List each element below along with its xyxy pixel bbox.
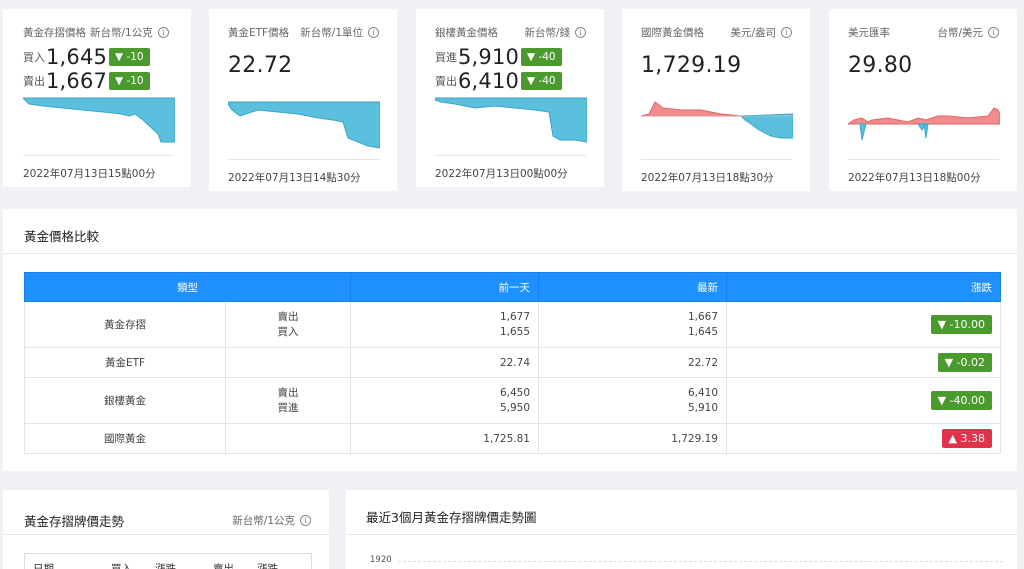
gridline	[398, 561, 1003, 562]
sell-change-badge: ▼ -40	[521, 72, 562, 90]
info-icon[interactable]: i	[781, 27, 792, 38]
card-gold-etf: 黃金ETF價格 新台幣/1單位 i 22.72 2022年07月13日14點30…	[209, 9, 397, 191]
sell-label: 賣出	[435, 75, 457, 88]
info-icon[interactable]: i	[157, 27, 169, 38]
info-icon[interactable]: i	[988, 27, 999, 38]
card-title: 美元匯率	[848, 27, 890, 39]
card-title: 黃金存摺價格	[23, 27, 86, 39]
latest-value: 5,910	[687, 401, 718, 414]
buy-label: 買入	[23, 51, 45, 64]
type-cell: 黃金ETF	[24, 347, 226, 378]
info-icon[interactable]: i	[300, 515, 311, 526]
sparkline	[23, 97, 175, 143]
card-jewelry-gold: 銀樓黃金價格 新台幣/錢 i 買進 5,910 ▼ -40 賣出 6,410 ▼…	[416, 9, 604, 187]
card-gold-passbook: 黃金存摺價格 新台幣/1公克 i 買入 1,645 ▼ -10 賣出 1,667…	[3, 9, 191, 187]
col-header-change[interactable]: 漲跌	[726, 272, 1001, 302]
trend-unit: 新台幣/1公克	[232, 515, 295, 527]
sub-label: 買入	[277, 325, 299, 338]
latest-value: 6,410	[687, 386, 718, 399]
change-badge: ▲ 3.38	[941, 429, 992, 448]
updated-time: 2022年07月13日15點00分	[23, 155, 173, 187]
card-unit: 新台幣/錢	[524, 27, 570, 39]
updated-time: 2022年07月13日00點00分	[435, 155, 586, 187]
trend-table-header: 日期 買入 漲跌 賣出 漲跌	[24, 553, 312, 569]
prev-value: 1,677	[499, 310, 530, 323]
sub-label: 買進	[277, 401, 299, 414]
col-header-latest[interactable]: 最新	[538, 272, 727, 302]
table-row: 黃金存摺 賣出買入 1,677 1,655 1,667 1,645 ▼ -10.00	[24, 301, 1001, 348]
sell-label: 賣出	[23, 75, 45, 88]
sell-value: 1,667	[46, 69, 108, 93]
change-badge: ▼ -40.00	[930, 391, 992, 410]
col-header-date: 日期	[33, 563, 54, 569]
card-unit: 新台幣/1單位	[300, 27, 363, 39]
updated-time: 2022年07月13日14點30分	[228, 159, 379, 191]
sparkline	[435, 97, 587, 143]
buy-value: 5,910	[458, 45, 520, 69]
latest-value: 1,729.19	[538, 423, 727, 454]
usd-rate-value: 29.80	[848, 53, 913, 78]
intl-gold-value: 1,729.19	[641, 53, 742, 78]
sparkline	[228, 101, 380, 149]
card-unit: 新台幣/1公克	[90, 27, 153, 39]
section-title: 黃金存摺牌價走勢	[24, 514, 125, 529]
gold-price-comparison: 黃金價格比較 類型 前一天 最新 漲跌 黃金存摺 賣出 買入 1,677 1,655…	[3, 209, 1017, 471]
buy-change-badge: ▼ -40	[521, 48, 562, 66]
latest-value: 1,667	[687, 310, 718, 323]
three-month-trend-chart: 最近3個月黃金存摺牌價走勢圖 1920	[346, 490, 1017, 569]
sub-label: 賣出	[277, 310, 299, 323]
gold-passbook-trend: 黃金存摺牌價走勢 新台幣/1公克 i 日期 買入 漲跌 賣出 漲跌	[3, 490, 329, 569]
col-header-sell-change: 漲跌	[257, 563, 278, 569]
buy-change-badge: ▼ -10	[109, 48, 150, 66]
prev-value: 6,450	[499, 386, 530, 399]
prev-value: 1,655	[499, 325, 530, 338]
change-badge: ▼ -10.00	[930, 315, 992, 334]
sell-change-badge: ▼ -10	[109, 72, 150, 90]
buy-value: 1,645	[46, 45, 108, 69]
card-unit: 台幣/美元	[937, 27, 983, 39]
etf-value: 22.72	[228, 53, 293, 78]
sub-label: 賣出	[277, 386, 299, 399]
sell-value: 6,410	[458, 69, 520, 93]
table-row: 黃金ETF 22.74 22.72 ▼ -0.02	[24, 347, 1001, 378]
card-unit: 美元/盎司	[730, 27, 776, 39]
type-cell: 銀樓黃金	[24, 377, 226, 424]
table-row: 銀樓黃金 賣出買進 6,450 5,950 6,410 5,910 ▼ -40.00	[24, 377, 1001, 424]
updated-time: 2022年07月13日18點00分	[848, 159, 999, 191]
card-title: 銀樓黃金價格	[435, 27, 498, 39]
latest-value: 1,645	[687, 325, 718, 338]
type-cell: 黃金存摺	[24, 301, 226, 348]
updated-time: 2022年07月13日18點30分	[641, 159, 792, 191]
comparison-table: 類型 前一天 最新 漲跌 黃金存摺 賣出 買入 1,677 1,655 1,667 1…	[24, 272, 1001, 454]
prev-value: 1,725.81	[350, 423, 539, 454]
section-title: 黃金價格比較	[3, 209, 1017, 254]
change-badge: ▼ -0.02	[937, 353, 992, 372]
card-usd-rate: 美元匯率 台幣/美元 i 29.80 2022年07月13日18點00分	[829, 9, 1017, 191]
info-icon[interactable]: i	[575, 27, 586, 38]
table-row: 國際黃金 1,725.81 1,729.19 ▲ 3.38	[24, 423, 1001, 454]
prev-value: 5,950	[499, 401, 530, 414]
col-header-sell: 賣出	[213, 563, 234, 569]
sparkline	[848, 107, 1000, 141]
buy-label: 買進	[435, 51, 457, 64]
col-header-buy: 買入	[111, 563, 132, 569]
col-header-buy-change: 漲跌	[155, 563, 176, 569]
y-axis-tick-label: 1920	[370, 555, 392, 565]
col-header-type[interactable]: 類型	[24, 272, 351, 302]
sparkline	[641, 101, 793, 139]
section-title: 最近3個月黃金存摺牌價走勢圖	[346, 490, 1017, 535]
card-title: 黃金ETF價格	[228, 27, 290, 39]
col-header-prev[interactable]: 前一天	[350, 272, 539, 302]
info-icon[interactable]: i	[368, 27, 379, 38]
type-cell: 國際黃金	[24, 423, 226, 454]
card-title: 國際黃金價格	[641, 27, 704, 39]
prev-value: 22.74	[350, 347, 539, 378]
latest-value: 22.72	[538, 347, 727, 378]
card-international-gold: 國際黃金價格 美元/盎司 i 1,729.19 2022年07月13日18點30…	[622, 9, 810, 191]
